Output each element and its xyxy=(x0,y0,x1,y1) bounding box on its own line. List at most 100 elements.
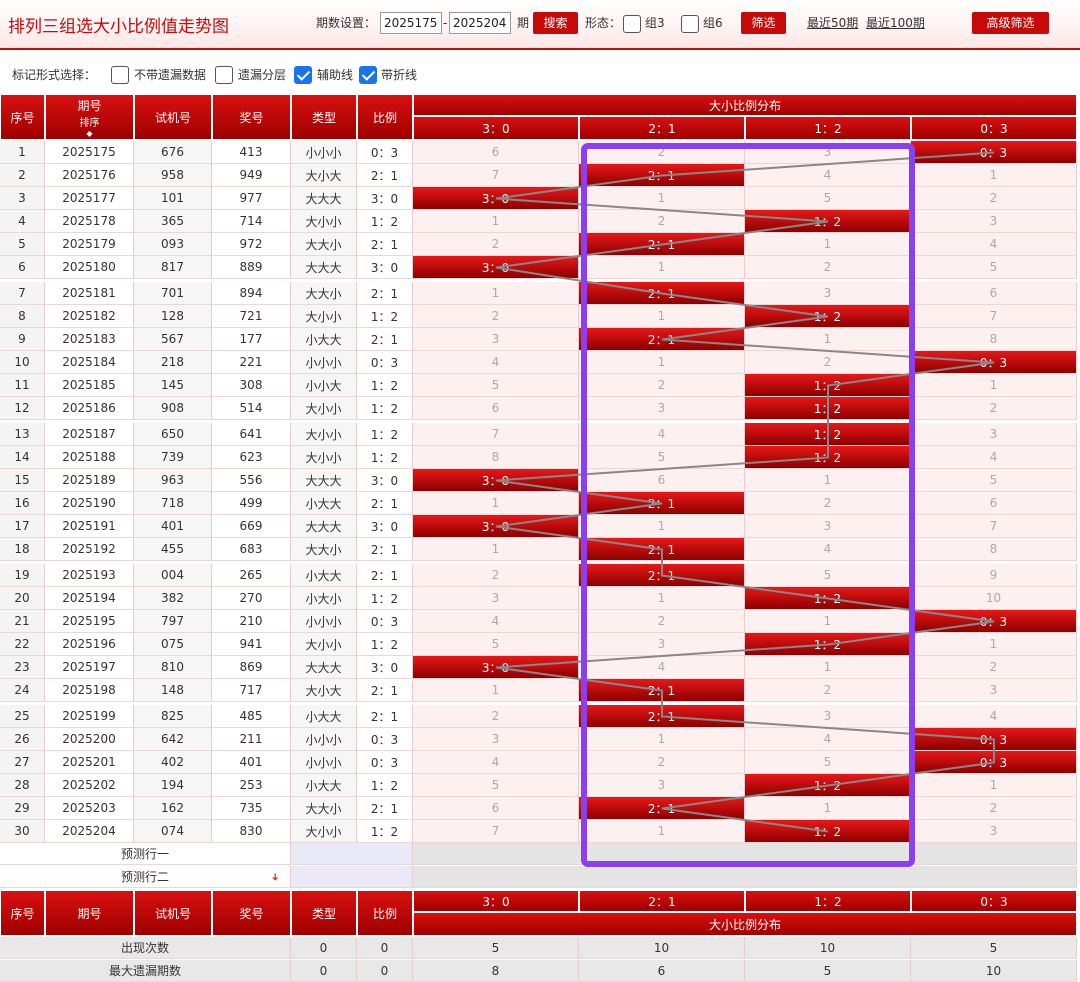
period-dash: - xyxy=(443,16,448,30)
missing-count-cell: 2 xyxy=(579,210,745,233)
row-serial: 15 xyxy=(0,469,45,492)
row-trial: 797 xyxy=(134,610,212,633)
stat-value: 0 xyxy=(291,937,357,959)
stat-value: 8 xyxy=(413,960,579,982)
missing-count-cell: 1 xyxy=(745,656,911,679)
missing-count-cell: 2 xyxy=(579,374,745,397)
row-period: 2025187 xyxy=(45,423,134,446)
row-award: 669 xyxy=(212,515,291,538)
row-serial: 2 xyxy=(0,164,45,187)
row-type: 大大大 xyxy=(291,515,357,538)
header-cat-2: 1：2 xyxy=(745,116,911,140)
arrow-down-icon[interactable]: ➜ xyxy=(264,867,286,887)
row-award: 499 xyxy=(212,492,291,515)
row-award: 972 xyxy=(212,233,291,256)
row-ratio: 1：2 xyxy=(357,397,413,420)
row-trial: 642 xyxy=(134,728,212,751)
row-type: 大小大 xyxy=(291,164,357,187)
missing-count-cell: 1 xyxy=(579,351,745,374)
row-trial: 963 xyxy=(134,469,212,492)
missing-count-cell: 3 xyxy=(911,820,1077,843)
row-serial: 27 xyxy=(0,751,45,774)
row-ratio: 2：1 xyxy=(357,538,413,561)
row-award: 949 xyxy=(212,164,291,187)
no-missing-data-checkbox[interactable] xyxy=(111,66,129,84)
row-award: 485 xyxy=(212,705,291,728)
row-type: 小小小 xyxy=(291,141,357,164)
ratio-hit-cell: 2：1 xyxy=(579,233,745,256)
row-ratio: 3：0 xyxy=(357,187,413,210)
row-type: 小大大 xyxy=(291,492,357,515)
missing-count-cell: 6 xyxy=(413,797,579,820)
missing-layer-checkbox[interactable] xyxy=(215,66,233,84)
recent-100-link[interactable]: 最近100期 xyxy=(866,12,925,34)
row-serial: 21 xyxy=(0,610,45,633)
missing-count-cell: 1 xyxy=(745,328,911,351)
forecast-input-1[interactable] xyxy=(291,843,413,865)
ratio-hit-cell: 1：2 xyxy=(745,633,911,656)
row-period: 2025188 xyxy=(45,446,134,469)
forecast-row-2[interactable]: 预测行二 xyxy=(0,866,291,888)
polyline-checkbox[interactable] xyxy=(359,66,377,84)
ratio-hit-cell: 2：1 xyxy=(579,564,745,587)
header-period-label: 期号 xyxy=(77,98,102,113)
ratio-hit-cell: 0：3 xyxy=(911,351,1077,374)
ratio-hit-cell: 1：2 xyxy=(745,446,911,469)
period-to-input[interactable]: 2025204 xyxy=(449,12,511,34)
row-type: 大大小 xyxy=(291,233,357,256)
missing-count-cell: 1 xyxy=(579,256,745,279)
row-type: 小大大 xyxy=(291,328,357,351)
missing-count-cell: 5 xyxy=(911,469,1077,492)
ratio-hit-cell: 1：2 xyxy=(745,774,911,797)
advanced-filter-button[interactable]: 高级筛选 xyxy=(972,12,1049,34)
row-award: 941 xyxy=(212,633,291,656)
missing-count-cell: 3 xyxy=(911,679,1077,702)
period-from-input[interactable]: 2025175 xyxy=(380,12,442,34)
sort-arrows-icon[interactable]: ◆ xyxy=(86,129,92,138)
row-period: 2025197 xyxy=(45,656,134,679)
row-period: 2025203 xyxy=(45,797,134,820)
missing-count-cell: 1 xyxy=(413,492,579,515)
row-type: 大大小 xyxy=(291,797,357,820)
row-ratio: 1：2 xyxy=(357,587,413,610)
group3-checkbox[interactable] xyxy=(623,15,641,33)
sort-toggle[interactable]: 排序 xyxy=(80,114,100,129)
row-award: 869 xyxy=(212,656,291,679)
missing-count-cell: 1 xyxy=(413,282,579,305)
row-trial: 101 xyxy=(134,187,212,210)
row-ratio: 2：1 xyxy=(357,705,413,728)
group6-checkbox[interactable] xyxy=(681,15,699,33)
row-ratio: 1：2 xyxy=(357,446,413,469)
missing-count-cell: 3 xyxy=(911,210,1077,233)
row-trial: 739 xyxy=(134,446,212,469)
row-ratio: 1：2 xyxy=(357,774,413,797)
group3-label: 组3 xyxy=(645,16,665,30)
ratio-hit-cell: 2：1 xyxy=(579,797,745,820)
search-button[interactable]: 搜索 xyxy=(533,12,578,34)
missing-count-cell: 7 xyxy=(911,305,1077,328)
missing-count-cell: 6 xyxy=(413,397,579,420)
missing-count-cell: 3 xyxy=(911,423,1077,446)
row-type: 大大小 xyxy=(291,538,357,561)
missing-count-cell: 2 xyxy=(911,187,1077,210)
row-ratio: 1：2 xyxy=(357,374,413,397)
forecast-input-2[interactable] xyxy=(291,866,413,888)
missing-count-cell: 8 xyxy=(911,538,1077,561)
missing-count-cell: 4 xyxy=(745,728,911,751)
row-ratio: 1：2 xyxy=(357,210,413,233)
row-award: 270 xyxy=(212,587,291,610)
row-ratio: 3：0 xyxy=(357,656,413,679)
filter-button[interactable]: 筛选 xyxy=(741,12,786,34)
header-cat-1: 2：1 xyxy=(579,116,745,140)
forecast-row-1[interactable]: 预测行一 xyxy=(0,843,291,865)
ratio-hit-cell: 1：2 xyxy=(745,210,911,233)
ratio-hit-cell: 1：2 xyxy=(745,820,911,843)
footer-distribution: 大小比例分布 xyxy=(413,912,1077,936)
row-trial: 402 xyxy=(134,751,212,774)
guide-line-checkbox[interactable] xyxy=(294,66,312,84)
missing-count-cell: 8 xyxy=(413,446,579,469)
row-period: 2025181 xyxy=(45,282,134,305)
row-serial: 17 xyxy=(0,515,45,538)
recent-50-link[interactable]: 最近50期 xyxy=(807,12,858,34)
row-type: 大小小 xyxy=(291,210,357,233)
